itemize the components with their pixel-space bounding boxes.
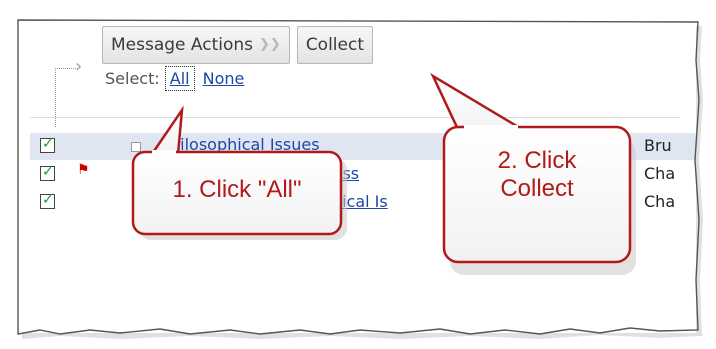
callout-step1-text: 1. Click "All" [133,176,341,204]
select-all-link[interactable]: All [164,66,195,91]
message-author: Bru [644,136,672,155]
callout-step2-line1: 2. Click [497,147,577,174]
callout-step2-line2: Collect [500,174,574,202]
message-actions-button[interactable]: Message Actions ❯❯ [102,26,290,64]
select-row: Select: All None [96,66,244,91]
row-checkbox[interactable] [40,164,55,181]
callout-step1-label: 1. Click "All" [172,176,302,203]
chevron-down-icon: ❯❯ [259,37,281,52]
collect-label: Collect [305,35,365,55]
screenshot-stage: Message Actions ❯❯ Collect › Select: All… [0,0,716,349]
select-label: Select: [105,69,160,88]
message-author: Cha [644,164,676,183]
message-subject-link[interactable]: hilosophical Issues [170,135,320,154]
select-none-link[interactable]: None [203,69,245,88]
row-checkbox[interactable] [40,136,55,153]
toolbar-divider [30,117,680,118]
row-checkbox[interactable] [40,192,55,209]
message-actions-label: Message Actions [111,35,254,55]
thread-expander[interactable] [131,142,141,152]
toolbar: Message Actions ❯❯ Collect [102,26,374,64]
callout-step2-text: 2. Click Collect [444,147,630,202]
arrow-right-icon: › [75,56,83,77]
message-author: Cha [644,192,676,211]
selection-bracket [55,68,76,127]
flag-icon: ⚑ [77,162,90,178]
collect-button[interactable]: Collect [296,26,374,64]
